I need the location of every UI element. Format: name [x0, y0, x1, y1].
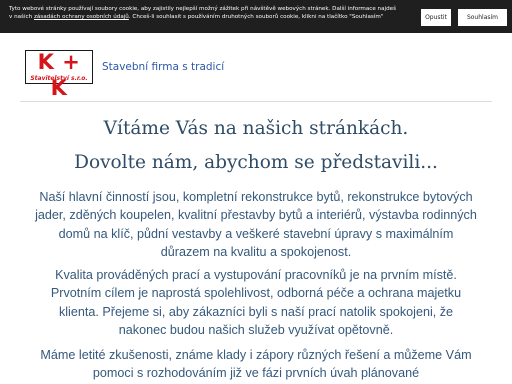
company-tagline: Stavební firma s tradicí	[102, 61, 225, 73]
paragraph-experience: Máme letité zkušenosti, známe klady i zá…	[40, 348, 472, 381]
cookie-consent-text: Tyto webové stránky používají soubory co…	[9, 5, 399, 22]
cookie-reject-button[interactable]: Opustit	[421, 9, 451, 26]
cookie-accept-button[interactable]: Souhlasím	[458, 9, 507, 26]
paragraph-main-activities: Naší hlavní činností jsou, kompletní rek…	[35, 190, 477, 259]
paragraph-quality: Kvalita prováděných prací a vystupování …	[50, 268, 462, 337]
privacy-policy-link[interactable]: zásadách ochrany osobních údajů	[34, 14, 129, 20]
logo-sub-text: Stavitelství s.r.o.	[30, 75, 88, 82]
cookie-text-part-2: . Chceš-li souhlasit s používáním druhot…	[128, 14, 384, 21]
welcome-heading: Vítáme Vás na našich stránkách.	[103, 118, 409, 139]
intro-heading: Dovolte nám, abychom se představili...	[74, 152, 438, 173]
cookie-consent-bar: Tyto webové stránky používají soubory co…	[0, 0, 512, 33]
header-divider	[20, 101, 492, 102]
company-logo[interactable]: K + K Stavitelství s.r.o.	[25, 50, 93, 100]
